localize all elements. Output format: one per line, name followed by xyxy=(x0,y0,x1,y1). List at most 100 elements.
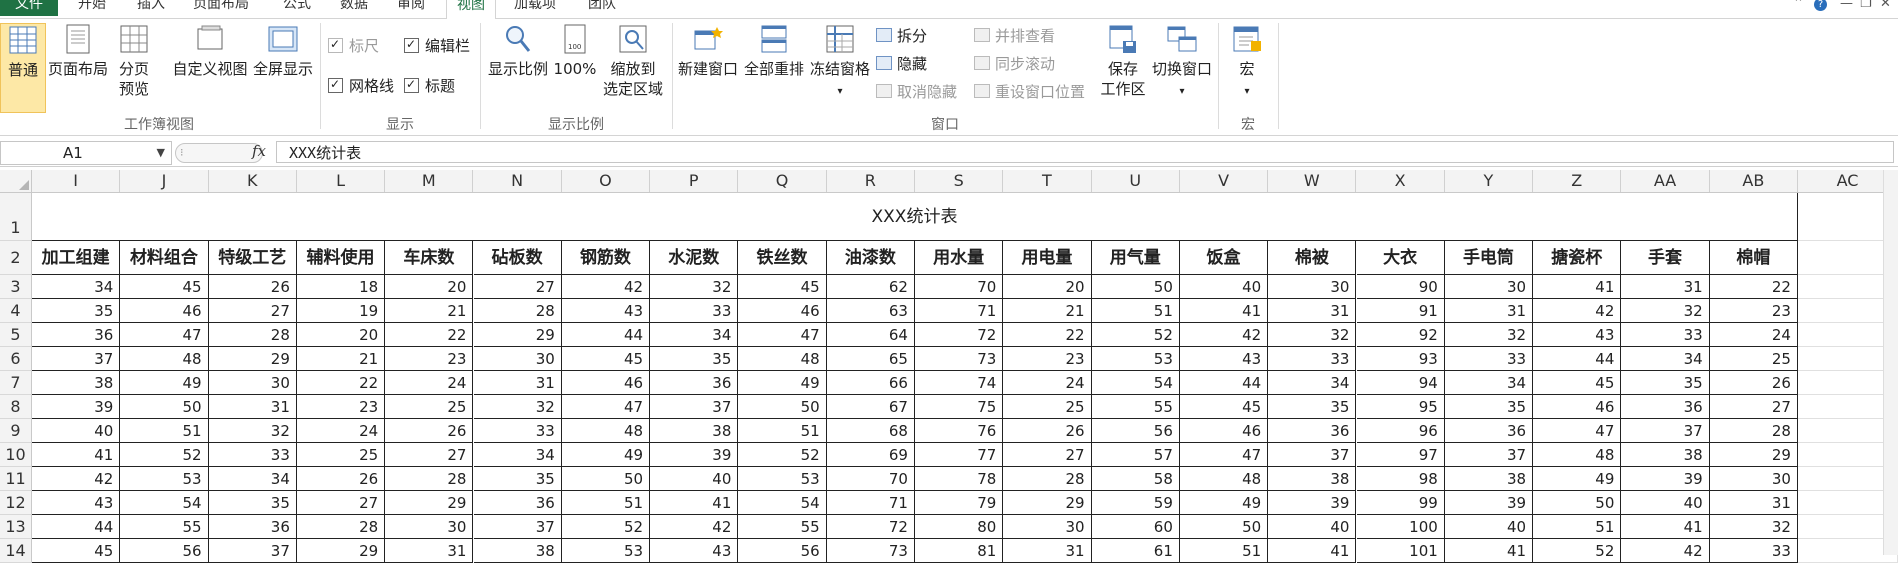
table-cell[interactable]: 49 xyxy=(738,371,827,395)
row-header[interactable]: 9 xyxy=(0,419,32,443)
table-cell[interactable]: 50 xyxy=(738,395,827,419)
row-header[interactable]: 10 xyxy=(0,443,32,467)
table-cell[interactable]: 44 xyxy=(1179,371,1269,395)
table-cell[interactable]: 53 xyxy=(738,467,827,491)
table-cell[interactable]: 97 xyxy=(1356,443,1445,467)
macros-button[interactable]: 宏 ▾ xyxy=(1222,23,1272,102)
table-cell[interactable]: 34 xyxy=(1444,371,1534,395)
table-cell[interactable]: 39 xyxy=(650,443,739,467)
table-cell[interactable]: 30 xyxy=(1444,275,1534,299)
table-cell[interactable]: 56 xyxy=(738,539,827,563)
tab-formulas[interactable]: 公式 xyxy=(283,0,311,16)
table-cell[interactable]: 21 xyxy=(385,299,474,323)
sync-scroll-button[interactable]: 同步滚动 xyxy=(974,55,1055,73)
ribbon-collapse-icon[interactable]: ⌃ xyxy=(1793,0,1804,11)
row-header[interactable]: 3 xyxy=(0,275,32,299)
table-cell[interactable]: 52 xyxy=(561,515,651,539)
table-cell[interactable]: 80 xyxy=(915,515,1004,539)
table-cell[interactable]: 33 xyxy=(1444,347,1534,371)
table-cell[interactable]: 39 xyxy=(1444,491,1534,515)
full-screen-button[interactable]: 全屏显示 xyxy=(252,23,314,79)
table-cell[interactable]: 52 xyxy=(738,443,827,467)
table-cell[interactable]: 73 xyxy=(826,539,915,563)
header-cell[interactable]: 用水量 xyxy=(915,241,1004,275)
table-cell[interactable]: 28 xyxy=(208,323,297,347)
table-cell[interactable]: 50 xyxy=(1533,491,1622,515)
table-cell[interactable]: 18 xyxy=(296,275,386,299)
table-cell[interactable]: 61 xyxy=(1091,539,1180,563)
table-cell[interactable]: 29 xyxy=(208,347,297,371)
table-cell[interactable]: 45 xyxy=(120,275,209,299)
table-cell[interactable]: 31 xyxy=(385,539,474,563)
vertical-scrollbar[interactable] xyxy=(1883,170,1898,555)
table-cell[interactable]: 72 xyxy=(826,515,915,539)
table-cell[interactable]: 51 xyxy=(561,491,651,515)
table-cell[interactable]: 36 xyxy=(473,491,562,515)
table-cell[interactable]: 79 xyxy=(915,491,1004,515)
table-cell[interactable]: 58 xyxy=(1091,467,1180,491)
table-cell[interactable]: 44 xyxy=(32,515,121,539)
table-cell[interactable]: 98 xyxy=(1356,467,1445,491)
column-header-n[interactable]: N xyxy=(474,170,562,192)
table-cell[interactable]: 31 xyxy=(208,395,297,419)
table-cell[interactable]: 30 xyxy=(385,515,474,539)
table-cell[interactable]: 35 xyxy=(473,467,562,491)
table-cell[interactable]: 45 xyxy=(1533,371,1622,395)
table-cell[interactable]: 31 xyxy=(1268,299,1357,323)
table-cell[interactable]: 35 xyxy=(1268,395,1357,419)
table-cell[interactable]: 36 xyxy=(1268,419,1357,443)
table-cell[interactable]: 31 xyxy=(1444,299,1534,323)
table-cell[interactable]: 36 xyxy=(650,371,739,395)
table-cell[interactable]: 19 xyxy=(296,299,386,323)
column-header-z[interactable]: Z xyxy=(1533,170,1622,192)
table-cell[interactable]: 36 xyxy=(208,515,297,539)
table-cell[interactable]: 53 xyxy=(120,467,209,491)
column-header-m[interactable]: M xyxy=(385,170,474,192)
table-cell[interactable]: 95 xyxy=(1356,395,1445,419)
table-cell[interactable]: 40 xyxy=(1179,275,1269,299)
table-cell[interactable]: 21 xyxy=(296,347,386,371)
tab-team[interactable]: 团队 xyxy=(588,0,616,16)
table-cell[interactable]: 42 xyxy=(650,515,739,539)
table-cell[interactable]: 72 xyxy=(915,323,1004,347)
table-cell[interactable]: 27 xyxy=(1709,395,1798,419)
column-header-i[interactable]: I xyxy=(32,170,121,192)
table-cell[interactable]: 91 xyxy=(1356,299,1445,323)
table-cell[interactable]: 31 xyxy=(473,371,562,395)
table-cell[interactable]: 27 xyxy=(208,299,297,323)
table-cell[interactable]: 37 xyxy=(208,539,297,563)
table-cell[interactable]: 26 xyxy=(208,275,297,299)
ruler-checkbox[interactable]: 标尺 xyxy=(328,35,379,55)
tab-data[interactable]: 数据 xyxy=(340,0,368,16)
table-cell[interactable]: 99 xyxy=(1356,491,1445,515)
tab-addins[interactable]: 加载项 xyxy=(514,0,556,16)
header-cell[interactable]: 用电量 xyxy=(1003,241,1092,275)
table-cell[interactable]: 46 xyxy=(738,299,827,323)
table-cell[interactable]: 39 xyxy=(32,395,121,419)
table-cell[interactable]: 40 xyxy=(1621,491,1710,515)
tab-review[interactable]: 审阅 xyxy=(397,0,425,16)
column-header-ab[interactable]: AB xyxy=(1710,170,1798,192)
header-cell[interactable]: 特级工艺 xyxy=(208,241,297,275)
arrange-all-button[interactable]: 全部重排 xyxy=(742,23,806,79)
table-cell[interactable]: 35 xyxy=(32,299,121,323)
column-header-aa[interactable]: AA xyxy=(1621,170,1710,192)
column-header-t[interactable]: T xyxy=(1003,170,1092,192)
table-cell[interactable]: 36 xyxy=(1444,419,1534,443)
table-cell[interactable]: 37 xyxy=(1444,443,1534,467)
row-header[interactable]: 1 xyxy=(0,193,32,241)
table-cell[interactable]: 23 xyxy=(1709,299,1798,323)
header-cell[interactable]: 油漆数 xyxy=(826,241,915,275)
header-cell[interactable]: 砧板数 xyxy=(473,241,562,275)
column-header-k[interactable]: K xyxy=(209,170,297,192)
table-cell[interactable]: 38 xyxy=(1268,467,1357,491)
table-cell[interactable]: 33 xyxy=(1709,539,1798,563)
table-cell[interactable]: 46 xyxy=(561,371,651,395)
table-cell[interactable]: 33 xyxy=(1268,347,1357,371)
table-cell[interactable]: 56 xyxy=(1091,419,1180,443)
table-cell[interactable]: 39 xyxy=(1621,467,1710,491)
row-header[interactable]: 11 xyxy=(0,467,32,491)
table-cell[interactable]: 69 xyxy=(826,443,915,467)
column-header-l[interactable]: L xyxy=(297,170,386,192)
table-cell[interactable]: 47 xyxy=(120,323,209,347)
